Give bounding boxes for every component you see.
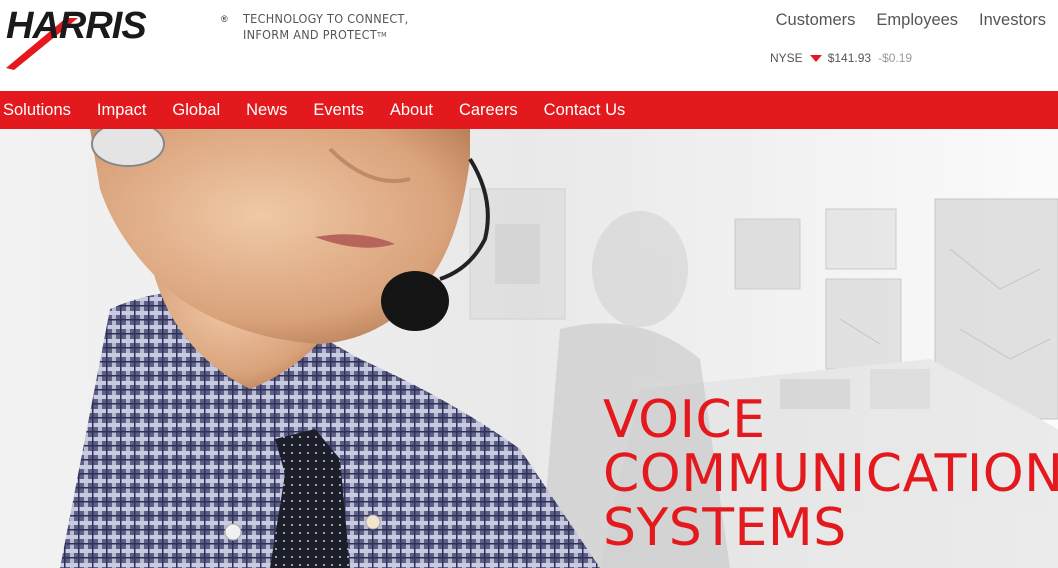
customers-link[interactable]: Customers: [776, 11, 856, 30]
nav-item-contact-us[interactable]: Contact Us: [531, 91, 639, 129]
stock-exchange: NYSE: [770, 51, 803, 65]
trademark-mark: TM: [377, 31, 387, 39]
stock-ticker[interactable]: NYSE $141.93 -$0.19: [770, 51, 912, 65]
investors-link[interactable]: Investors: [979, 11, 1046, 30]
employees-link[interactable]: Employees: [876, 11, 958, 30]
site-header: HARRIS ® TECHNOLOGY TO CONNECT, INFORM A…: [0, 0, 1058, 91]
utility-nav: Customers Employees Investors: [776, 11, 1046, 30]
stock-price: $141.93: [827, 51, 872, 65]
logo-text: HARRIS: [6, 5, 146, 47]
nav-item-global[interactable]: Global: [159, 91, 233, 129]
main-nav: Solutions Impact Global News Events Abou…: [0, 91, 1058, 129]
nav-item-about[interactable]: About: [377, 91, 446, 129]
hero-title-line1: VOICE: [603, 390, 766, 450]
tagline-line1: TECHNOLOGY TO CONNECT,: [243, 11, 409, 26]
triangle-down-icon: [809, 54, 822, 62]
nav-item-impact[interactable]: Impact: [84, 91, 160, 129]
nav-item-careers[interactable]: Careers: [446, 91, 531, 129]
hero-title-line3: SYSTEMS: [603, 498, 847, 558]
hero-banner[interactable]: VOICE COMMUNICATION SYSTEMS: [0, 129, 1058, 568]
hero-title-line2: COMMUNICATION: [603, 444, 1058, 504]
nav-item-solutions[interactable]: Solutions: [0, 91, 84, 129]
registered-mark: ®: [221, 14, 228, 24]
stock-change: -$0.19: [878, 51, 913, 65]
nav-item-news[interactable]: News: [233, 91, 300, 129]
hero-title: VOICE COMMUNICATION SYSTEMS: [603, 393, 1058, 555]
harris-logo[interactable]: HARRIS ®: [4, 4, 240, 70]
nav-item-events[interactable]: Events: [300, 91, 376, 129]
tagline-line2: INFORM AND PROTECT: [243, 27, 378, 42]
tagline: TECHNOLOGY TO CONNECT, INFORM AND PROTEC…: [243, 11, 443, 43]
headset-mic: [381, 271, 449, 331]
